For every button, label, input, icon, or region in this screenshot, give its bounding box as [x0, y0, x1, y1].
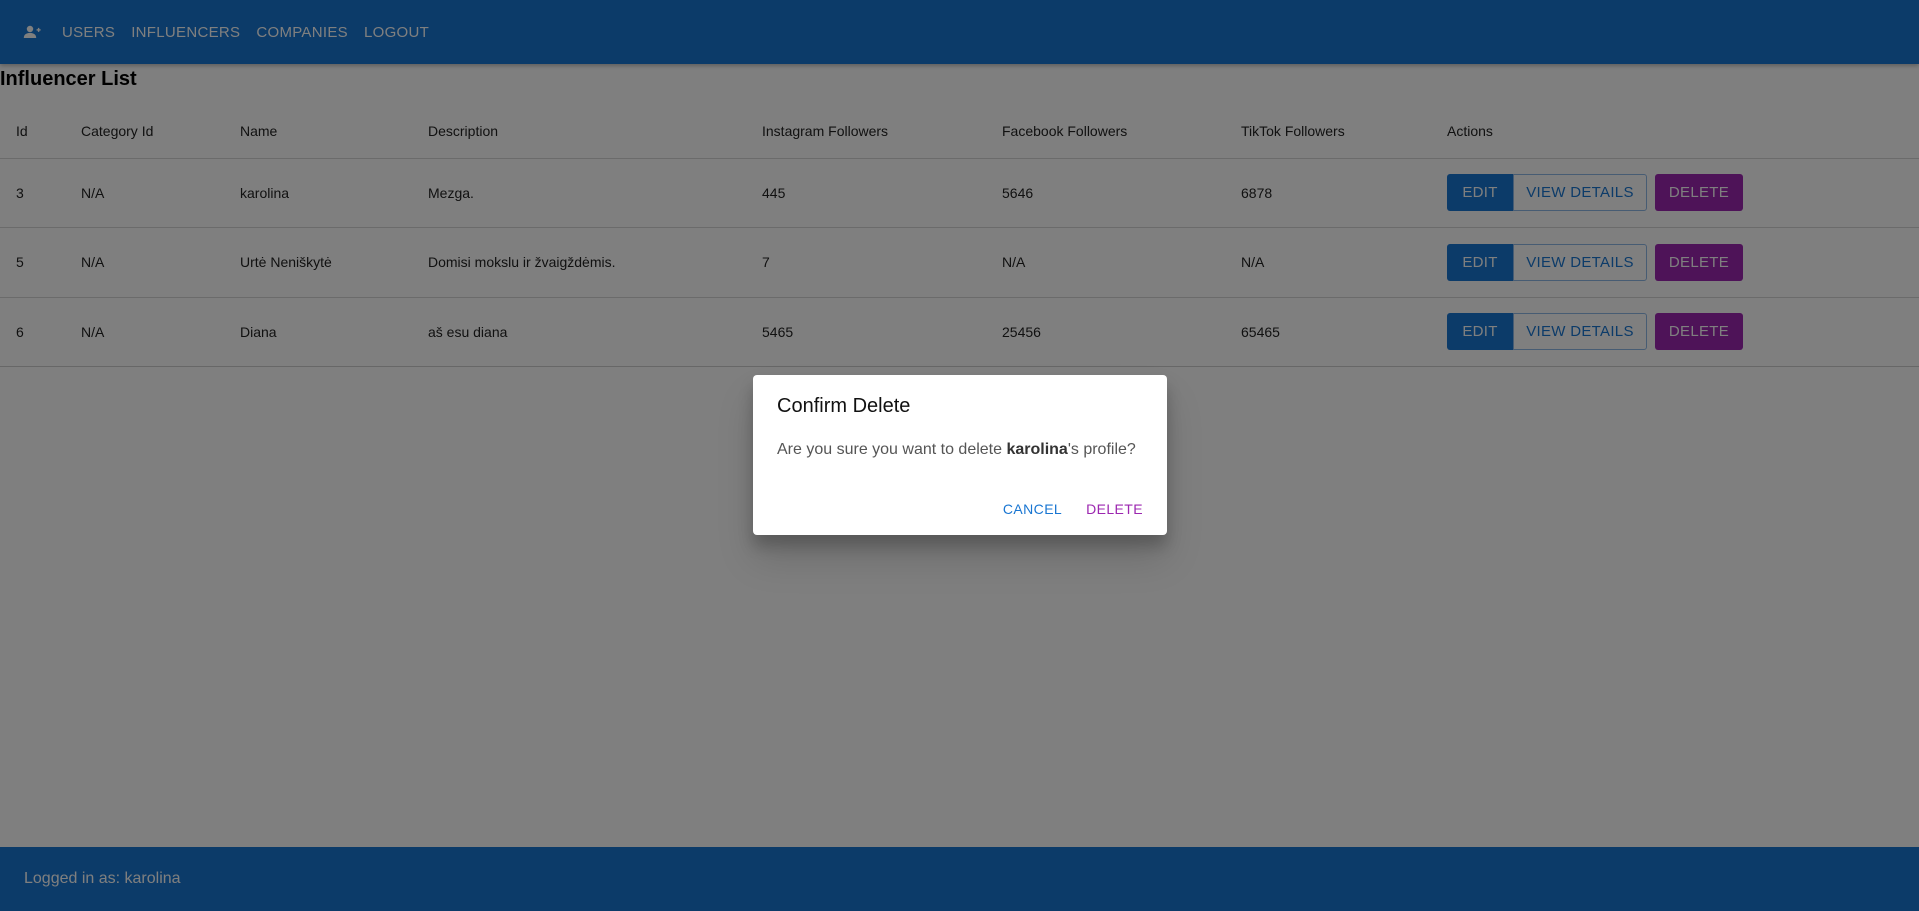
dialog-message: Are you sure you want to delete karolina…	[777, 441, 1136, 459]
dialog-message-prefix: Are you sure you want to delete	[777, 441, 1007, 458]
dialog-actions: CANCEL DELETE	[995, 501, 1151, 517]
dialog-message-suffix: 's profile?	[1067, 441, 1136, 458]
dialog-influencer-name: karolina	[1006, 441, 1068, 458]
confirm-delete-button[interactable]: DELETE	[1078, 501, 1151, 517]
confirm-delete-dialog: Confirm Delete Are you sure you want to …	[753, 375, 1167, 535]
cancel-button[interactable]: CANCEL	[995, 501, 1070, 517]
dialog-title: Confirm Delete	[777, 395, 911, 417]
